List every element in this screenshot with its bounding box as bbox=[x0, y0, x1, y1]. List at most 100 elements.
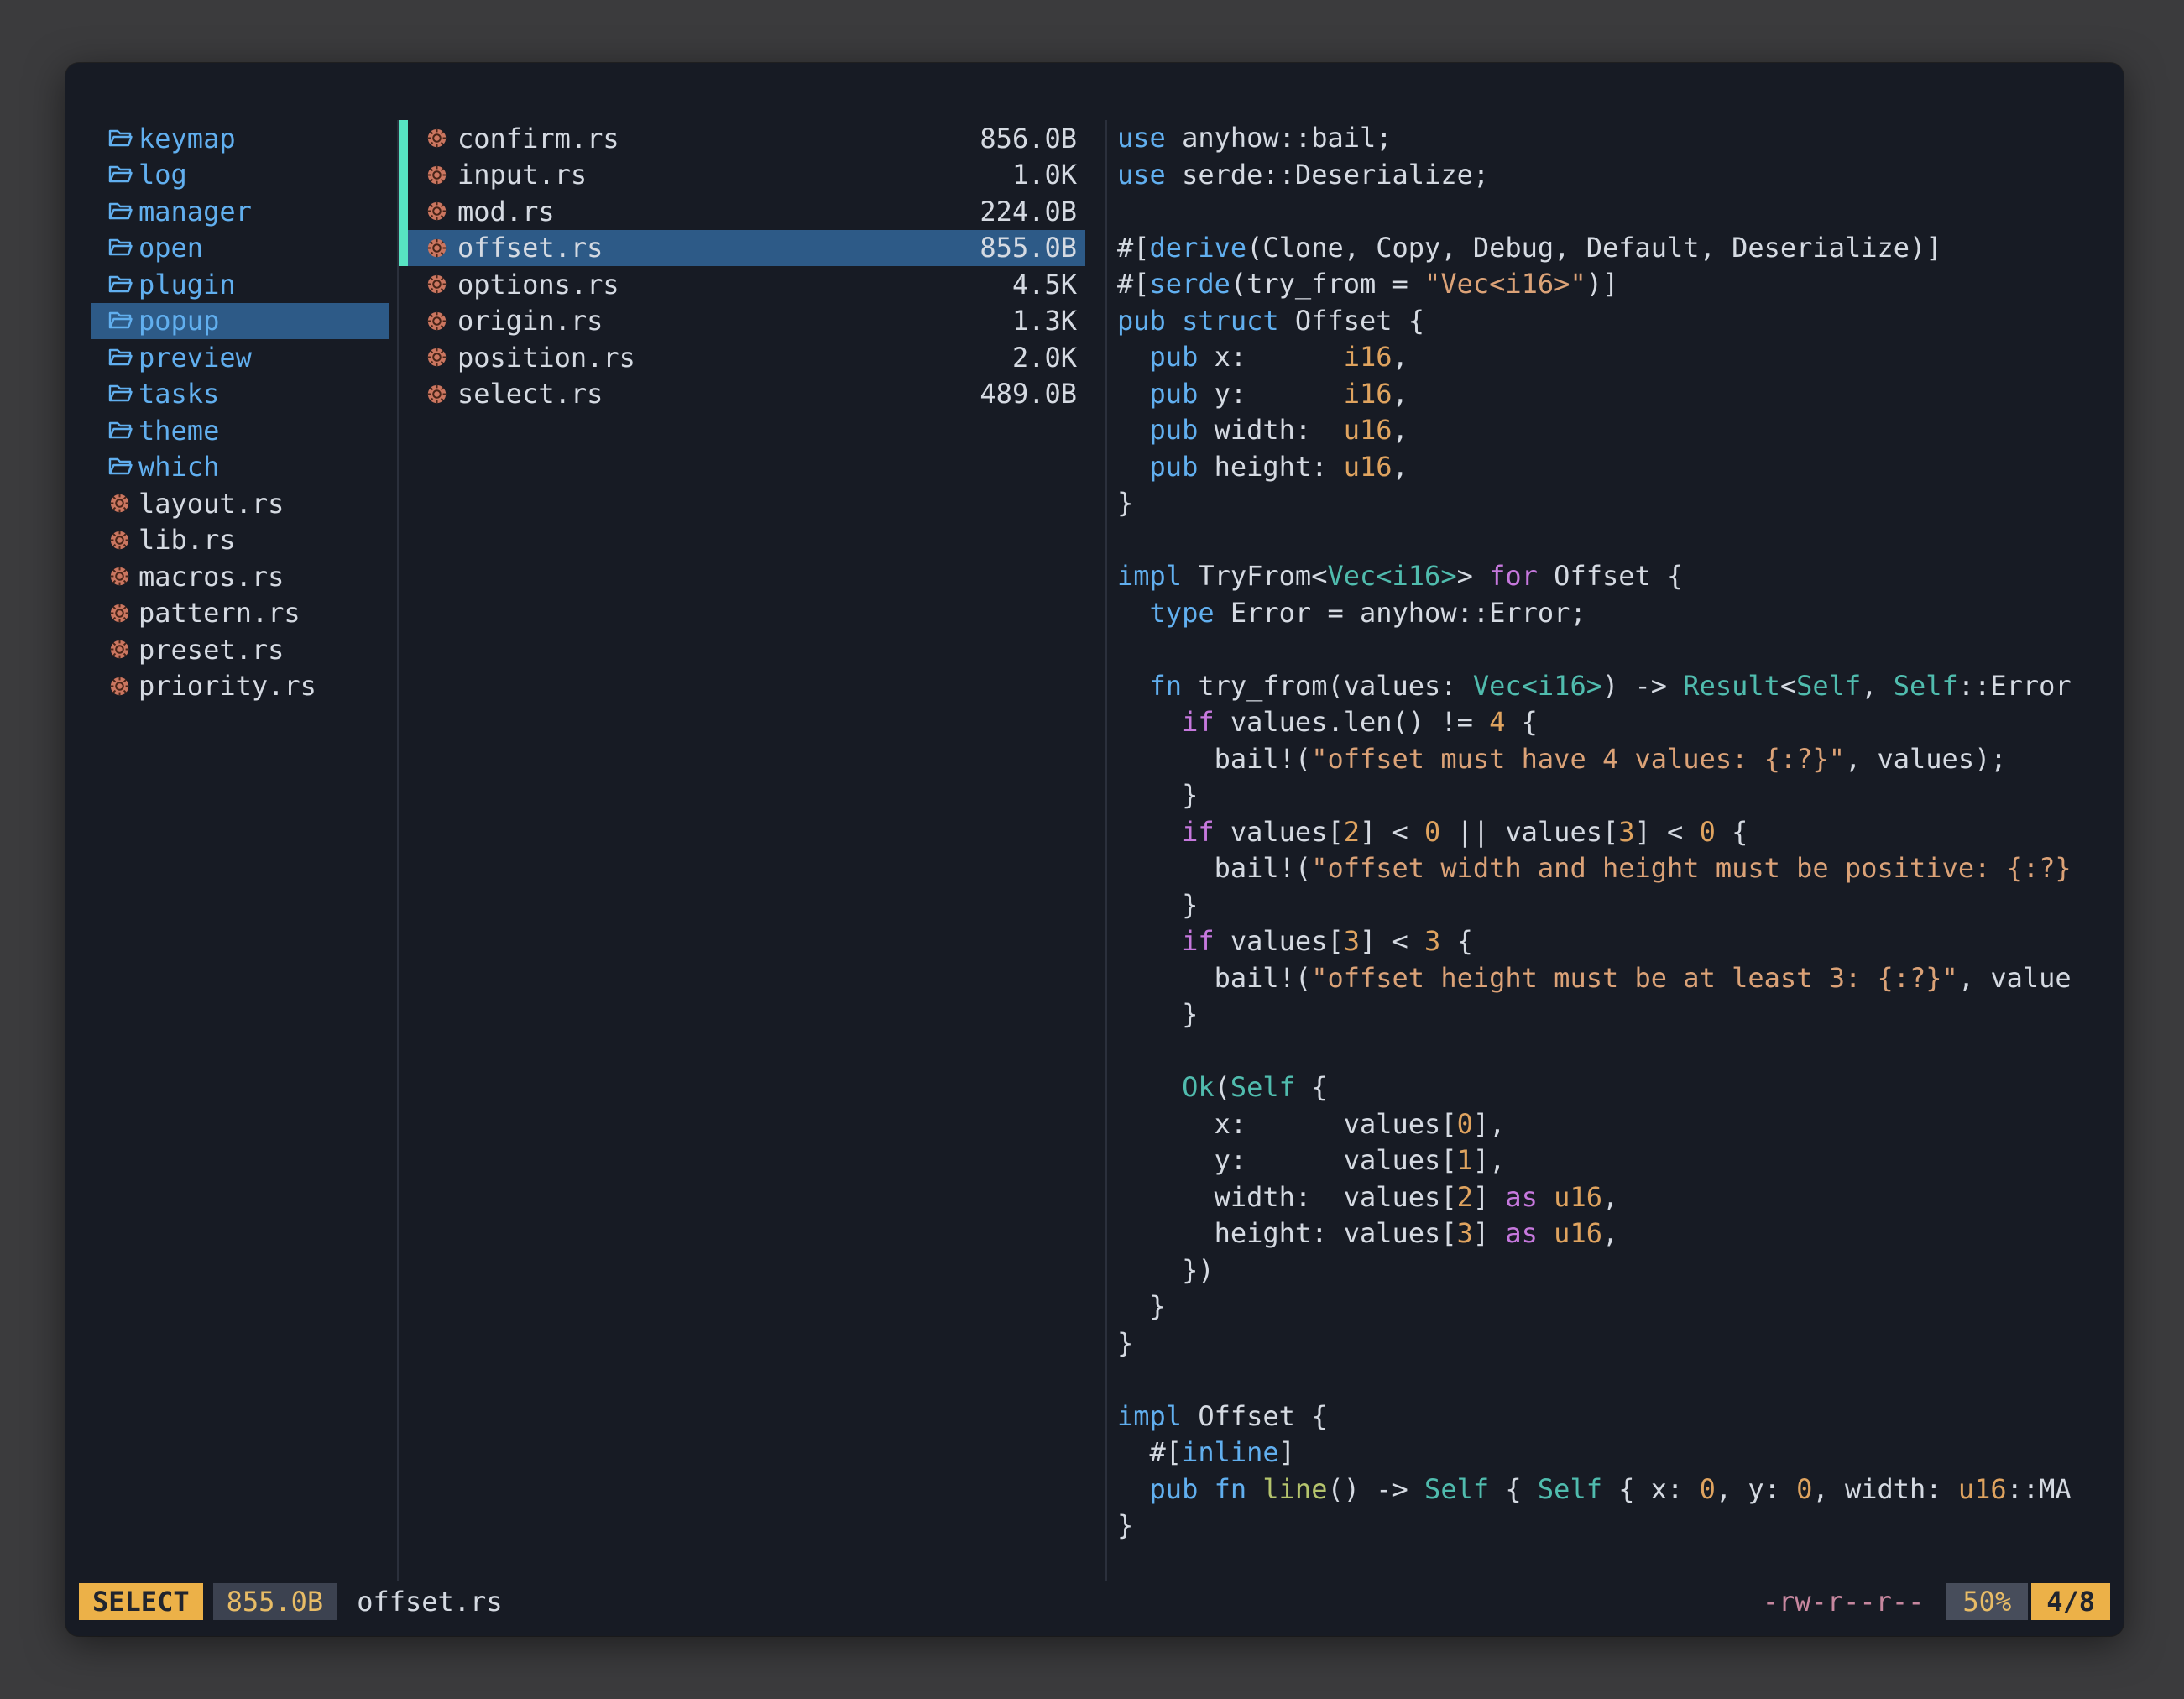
code-line: } bbox=[1117, 1325, 2124, 1362]
file-size: 4.5K bbox=[1012, 269, 1077, 301]
sidebar-item-lib-rs[interactable]: lib.rs bbox=[91, 522, 389, 559]
code-line: height: values[3] as u16, bbox=[1117, 1215, 2124, 1252]
file-row-options-rs[interactable]: options.rs 4.5K bbox=[399, 266, 1105, 303]
sidebar-item-priority-rs[interactable]: priority.rs bbox=[91, 668, 389, 705]
file-manager-content: keymap log manager open plugin popup pre… bbox=[65, 63, 2124, 1581]
sidebar-item-preset-rs[interactable]: preset.rs bbox=[91, 631, 389, 668]
code-line: pub height: u16, bbox=[1117, 449, 2124, 486]
code-line: bail!("offset height must be at least 3:… bbox=[1117, 960, 2124, 997]
sidebar-item-log[interactable]: log bbox=[91, 157, 389, 194]
code-line: } bbox=[1117, 485, 2124, 522]
code-line: } bbox=[1117, 887, 2124, 924]
file-size: 2.0K bbox=[1012, 342, 1077, 374]
file-name: origin.rs bbox=[457, 305, 603, 337]
sidebar-item-plugin[interactable]: plugin bbox=[91, 266, 389, 303]
file-row-content: confirm.rs856.0B bbox=[408, 120, 1085, 157]
code-line: type Error = anyhow::Error; bbox=[1117, 595, 2124, 632]
file-name: input.rs bbox=[457, 159, 587, 191]
file-name: mod.rs bbox=[457, 196, 555, 227]
sidebar-item-which[interactable]: which bbox=[91, 449, 389, 486]
file-row-offset-rs[interactable]: offset.rs855.0B bbox=[399, 230, 1105, 267]
sidebar-item-label: macros.rs bbox=[138, 561, 284, 593]
selection-marker bbox=[399, 339, 408, 376]
code-line: impl TryFrom<Vec<i16>> for Offset { bbox=[1117, 558, 2124, 595]
code-line bbox=[1117, 1362, 2124, 1398]
sidebar-item-popup[interactable]: popup bbox=[91, 303, 389, 340]
sidebar-item-preview[interactable]: preview bbox=[91, 339, 389, 376]
sidebar-item-label: preview bbox=[138, 342, 252, 374]
folder-icon bbox=[108, 201, 138, 222]
rust-file-icon bbox=[108, 675, 138, 698]
file-row-input-rs[interactable]: input.rs1.0K bbox=[399, 157, 1105, 194]
selection-marker bbox=[399, 303, 408, 340]
file-row-mod-rs[interactable]: mod.rs224.0B bbox=[399, 193, 1105, 230]
code-line: pub width: u16, bbox=[1117, 412, 2124, 449]
code-line: y: values[1], bbox=[1117, 1142, 2124, 1179]
file-row-confirm-rs[interactable]: confirm.rs856.0B bbox=[399, 120, 1105, 157]
folder-icon bbox=[108, 164, 138, 186]
file-size: 489.0B bbox=[980, 378, 1077, 410]
code-line: #[derive(Clone, Copy, Debug, Default, De… bbox=[1117, 230, 2124, 267]
code-line bbox=[1117, 631, 2124, 668]
mode-badge: SELECT bbox=[79, 1583, 203, 1620]
file-name: options.rs bbox=[457, 269, 619, 301]
sidebar-item-pattern-rs[interactable]: pattern.rs bbox=[91, 595, 389, 632]
sidebar-item-label: theme bbox=[138, 415, 219, 447]
selection-marker bbox=[399, 230, 408, 267]
folder-icon bbox=[108, 383, 138, 405]
terminal-window: keymap log manager open plugin popup pre… bbox=[65, 63, 2124, 1636]
file-row-select-rs[interactable]: select.rs 489.0B bbox=[399, 376, 1105, 413]
file-name: offset.rs bbox=[457, 232, 603, 264]
file-row-content: options.rs 4.5K bbox=[408, 266, 1085, 303]
sidebar-item-label: popup bbox=[138, 305, 219, 337]
sidebar-item-label: manager bbox=[138, 196, 252, 227]
folder-icon bbox=[108, 237, 138, 259]
selection-marker bbox=[399, 157, 408, 194]
code-line: pub struct Offset { bbox=[1117, 303, 2124, 340]
file-name: position.rs bbox=[457, 342, 635, 374]
sidebar-item-open[interactable]: open bbox=[91, 230, 389, 267]
sidebar-item-keymap[interactable]: keymap bbox=[91, 120, 389, 157]
rust-file-icon bbox=[426, 346, 457, 369]
rust-file-icon bbox=[108, 602, 138, 625]
file-size-badge: 855.0B bbox=[213, 1583, 337, 1620]
file-name: confirm.rs bbox=[457, 123, 619, 154]
code-line: use serde::Deserialize; bbox=[1117, 157, 2124, 194]
file-row-content: offset.rs855.0B bbox=[408, 230, 1085, 267]
sidebar-item-label: log bbox=[138, 159, 187, 191]
sidebar-item-manager[interactable]: manager bbox=[91, 193, 389, 230]
code-line: }) bbox=[1117, 1252, 2124, 1289]
code-line: bail!("offset must have 4 values: {:?}",… bbox=[1117, 741, 2124, 778]
code-line: fn try_from(values: Vec<i16>) -> Result<… bbox=[1117, 668, 2124, 705]
sidebar-item-label: plugin bbox=[138, 269, 236, 301]
folder-icon bbox=[108, 274, 138, 295]
status-bar: SELECT 855.0B offset.rs -rw-r--r-- 50% 4… bbox=[65, 1581, 2124, 1636]
rust-file-icon bbox=[108, 638, 138, 661]
code-line bbox=[1117, 193, 2124, 230]
rust-file-icon bbox=[426, 310, 457, 332]
sidebar-item-layout-rs[interactable]: layout.rs bbox=[91, 485, 389, 522]
sidebar-item-label: preset.rs bbox=[138, 634, 284, 666]
sidebar-item-theme[interactable]: theme bbox=[91, 412, 389, 449]
file-row-origin-rs[interactable]: origin.rs1.3K bbox=[399, 303, 1105, 340]
file-row-content: position.rs 2.0K bbox=[408, 339, 1085, 376]
code-line: if values[2] < 0 || values[3] < 0 { bbox=[1117, 814, 2124, 851]
code-line: x: values[0], bbox=[1117, 1106, 2124, 1143]
code-line: #[serde(try_from = "Vec<i16>")] bbox=[1117, 266, 2124, 303]
file-row-content: mod.rs224.0B bbox=[408, 193, 1085, 230]
code-line: bail!("offset width and height must be p… bbox=[1117, 850, 2124, 887]
code-line: #[inline] bbox=[1117, 1435, 2124, 1472]
selection-marker bbox=[399, 266, 408, 303]
file-name: select.rs bbox=[457, 378, 603, 410]
cursor-position-badge: 4/8 bbox=[2031, 1583, 2110, 1620]
file-row-position-rs[interactable]: position.rs 2.0K bbox=[399, 339, 1105, 376]
sidebar-item-tasks[interactable]: tasks bbox=[91, 376, 389, 413]
sidebar-item-macros-rs[interactable]: macros.rs bbox=[91, 558, 389, 595]
sidebar-item-label: priority.rs bbox=[138, 670, 316, 702]
code-line: pub x: i16, bbox=[1117, 339, 2124, 376]
folder-icon bbox=[108, 128, 138, 149]
sidebar-item-label: which bbox=[138, 451, 219, 483]
code-line bbox=[1117, 1033, 2124, 1070]
parent-directory-pane: keymap log manager open plugin popup pre… bbox=[65, 120, 389, 1581]
code-line: width: values[2] as u16, bbox=[1117, 1179, 2124, 1216]
